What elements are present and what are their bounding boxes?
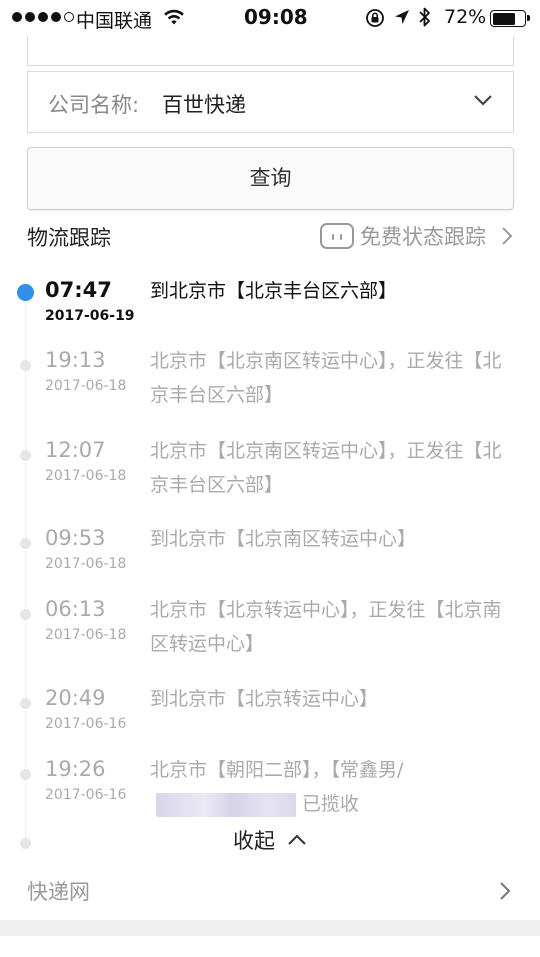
wifi-icon — [163, 8, 185, 31]
event-description-part: 北京市【朝阳二部】，【常鑫男/ — [150, 759, 404, 781]
battery-percent: 72% — [444, 6, 487, 28]
event-time: 20:49 — [45, 686, 106, 710]
chevron-right-icon — [498, 880, 512, 906]
event-description: 北京市【北京转运中心】，正发往【北京南区转运中心】 — [150, 599, 502, 655]
collapse-button[interactable]: 收起 — [0, 822, 540, 858]
event-time: 19:26 — [45, 757, 106, 781]
event-date: 2017-06-16 — [45, 787, 127, 803]
event-time: 12:07 — [45, 438, 106, 462]
event-description: 北京市【北京南区转运中心】，正发往【北京丰台区六部】 — [150, 440, 502, 496]
footer-link[interactable]: 快递网 — [0, 868, 540, 912]
bottom-divider — [0, 920, 540, 936]
event-date: 2017-06-18 — [45, 468, 127, 484]
event-description: 北京市【北京南区转运中心】，正发往【北京丰台区六部】 — [150, 350, 502, 406]
status-bar: 中国联通 09:08 72% — [0, 0, 540, 36]
timeline-dot-active — [17, 284, 34, 301]
company-label: 公司名称: — [48, 93, 140, 117]
timeline-dot — [20, 698, 31, 709]
timeline-line — [25, 300, 26, 845]
event-time: 06:13 — [45, 597, 106, 621]
event-description: 北京市【朝阳二部】，【常鑫男/已揽收 — [150, 753, 512, 821]
clock: 09:08 — [244, 5, 308, 29]
event-date: 2017-06-19 — [45, 308, 135, 324]
timeline-dot — [20, 538, 31, 549]
tracking-robot-icon — [320, 223, 354, 249]
collapse-label: 收起 — [233, 829, 275, 853]
timeline-dot — [20, 609, 31, 620]
battery-fill — [492, 12, 515, 25]
timeline-dot — [20, 360, 31, 371]
rotation-lock-icon — [365, 8, 385, 33]
chevron-up-icon — [288, 834, 306, 845]
event-time: 19:13 — [45, 348, 106, 372]
event-description: 到北京市【北京丰台区六部】 — [150, 280, 398, 302]
event-date: 2017-06-18 — [45, 378, 127, 394]
timeline-dot — [20, 769, 31, 780]
chevron-down-icon — [473, 92, 493, 111]
signal-strength-icon — [12, 12, 74, 22]
event-date: 2017-06-18 — [45, 556, 127, 572]
company-select[interactable]: 公司名称: 百世快递 — [27, 71, 514, 133]
event-description: 到北京市【北京南区转运中心】 — [150, 528, 417, 550]
tracking-header: 物流跟踪 免费状态跟踪 — [27, 220, 514, 252]
footer-label: 快递网 — [27, 880, 90, 904]
company-value: 百世快递 — [162, 93, 246, 117]
event-description: 到北京市【北京转运中心】 — [150, 688, 379, 710]
chevron-right-icon — [502, 227, 513, 245]
free-tracking-label: 免费状态跟踪 — [360, 225, 486, 249]
timeline-dot — [20, 450, 31, 461]
bluetooth-icon — [418, 6, 432, 33]
query-button[interactable]: 查询 — [27, 147, 514, 210]
section-title: 物流跟踪 — [27, 226, 111, 250]
event-time: 07:47 — [45, 278, 112, 302]
battery-icon — [490, 10, 530, 27]
event-time: 09:53 — [45, 526, 106, 550]
event-date: 2017-06-18 — [45, 627, 127, 643]
free-tracking-link[interactable]: 免费状态跟踪 — [320, 220, 514, 252]
event-date: 2017-06-16 — [45, 716, 127, 732]
location-arrow-icon — [393, 8, 411, 31]
event-description-part: 已揽收 — [302, 793, 360, 815]
carrier-name: 中国联通 — [76, 10, 153, 32]
redacted-block — [156, 792, 296, 817]
